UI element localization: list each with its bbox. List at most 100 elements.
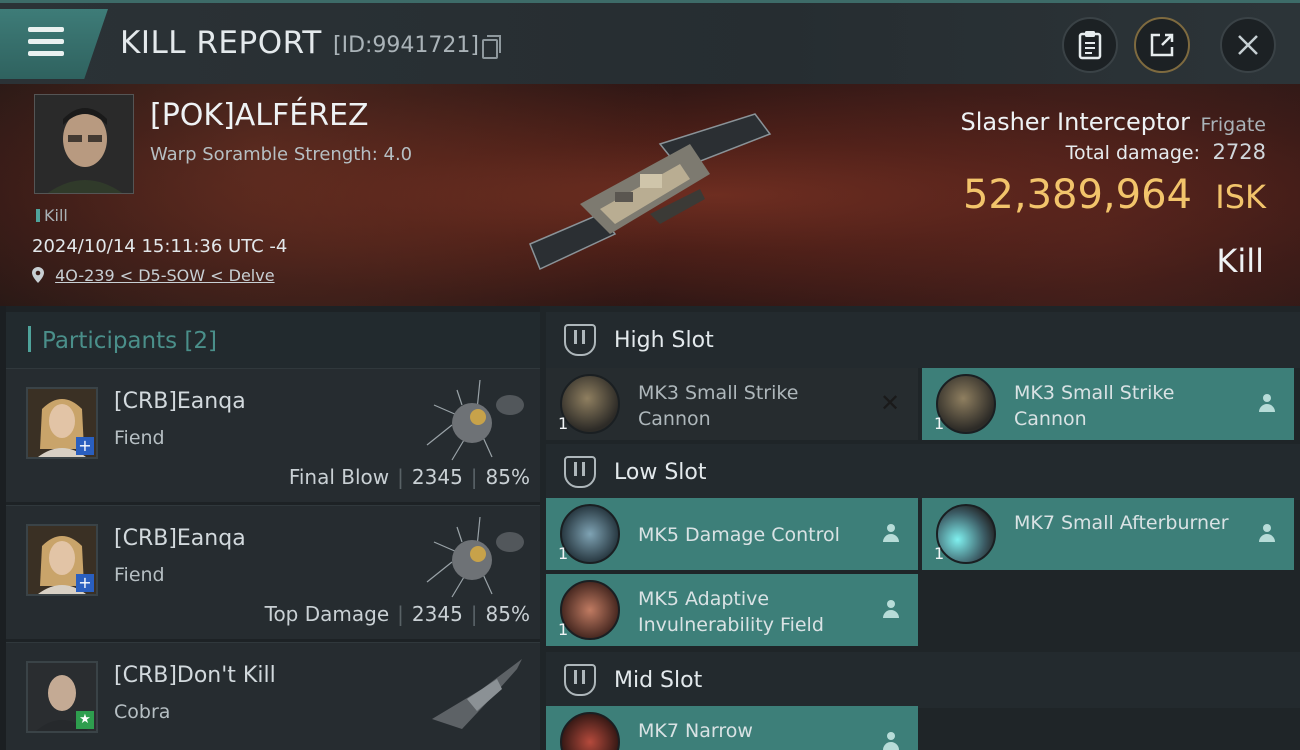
clipboard-icon bbox=[1078, 31, 1102, 60]
kill-datetime: 2024/10/14 15:11:36 UTC -4 bbox=[32, 236, 288, 257]
participants-header-marker bbox=[28, 326, 31, 352]
close-button[interactable] bbox=[1220, 17, 1276, 73]
module-name: MK5 Damage Control bbox=[638, 524, 840, 546]
victim-ship-name[interactable]: Slasher Interceptor bbox=[960, 108, 1190, 136]
clipboard-button[interactable] bbox=[1062, 17, 1118, 73]
damage-control-icon bbox=[560, 504, 620, 564]
participant-role: Top Damage bbox=[264, 602, 390, 626]
module-qty: 1 bbox=[558, 620, 569, 639]
stat-separator: | bbox=[470, 602, 478, 626]
dropped-person-icon bbox=[880, 598, 902, 620]
title-bar: KILL REPORT [ID:9941721] bbox=[0, 0, 1300, 84]
participant-name[interactable]: [CRB]Don't Kill bbox=[114, 663, 276, 688]
total-damage-label: Total damage: bbox=[1065, 142, 1200, 164]
participant-row[interactable]: ★ [CRB]Don't Kill Cobra bbox=[6, 642, 540, 750]
module-item[interactable]: 1 MK3 Small Strike Cannon ✕ bbox=[546, 368, 918, 440]
dropped-person-icon bbox=[1256, 522, 1278, 544]
close-icon bbox=[1238, 35, 1258, 55]
module-name: MK3 Small Strike Cannon bbox=[638, 382, 799, 430]
menu-icon-bar bbox=[28, 39, 64, 44]
badge-icon: + bbox=[76, 437, 94, 455]
victim-banner: [POK]ALFÉREZ Warp Soramble Strength: 4.0… bbox=[0, 84, 1300, 306]
participant-stats: Top Damage | 2345 | 85% bbox=[265, 602, 530, 626]
participants-panel: Participants [2] + [CRB]Eanqa Fiend Fina… bbox=[6, 306, 540, 750]
menu-icon bbox=[28, 27, 64, 32]
menu-button[interactable] bbox=[0, 9, 108, 79]
participants-label: Participants bbox=[42, 328, 178, 354]
high-slot-header: High Slot bbox=[546, 312, 1300, 368]
participant-avatar: ★ bbox=[26, 661, 98, 733]
share-icon bbox=[1150, 33, 1174, 57]
low-slot-header: Low Slot bbox=[546, 444, 1300, 500]
shield-icon bbox=[560, 580, 620, 640]
person-glyph bbox=[1256, 522, 1278, 544]
module-item[interactable]: 1 MK5 Damage Control bbox=[546, 498, 918, 570]
participant-ship-image bbox=[432, 659, 522, 729]
module-item[interactable]: MK7 Narrow bbox=[546, 706, 918, 750]
dropped-person-icon bbox=[880, 522, 902, 544]
kill-tag: Kill bbox=[36, 206, 68, 225]
module-name: MK7 Small Afterburner bbox=[1014, 512, 1229, 534]
warp-scramble-strength: Warp Soramble Strength: 4.0 bbox=[150, 144, 413, 165]
participant-damage: 2345 bbox=[411, 602, 463, 626]
victim-avatar-image bbox=[35, 95, 133, 193]
page-title: KILL REPORT bbox=[120, 25, 322, 61]
participant-ship: Fiend bbox=[114, 564, 165, 586]
destroyed-x-icon: ✕ bbox=[880, 389, 901, 417]
module-qty: 1 bbox=[558, 414, 569, 433]
share-button[interactable] bbox=[1134, 17, 1190, 73]
module-item[interactable]: 1 MK7 Small Afterburner bbox=[922, 498, 1294, 570]
isk-value: 52,389,964 bbox=[962, 172, 1192, 218]
high-slot-label: High Slot bbox=[614, 328, 714, 353]
participant-avatar: + bbox=[26, 387, 98, 459]
participant-row[interactable]: + [CRB]Eanqa Fiend Top Damage | 2345 | 85% bbox=[6, 505, 540, 639]
participant-ship: Fiend bbox=[114, 427, 165, 449]
mid-slot-header: Mid Slot bbox=[546, 652, 1300, 708]
slot-icon bbox=[564, 664, 596, 696]
participant-stats: Final Blow | 2345 | 85% bbox=[289, 465, 530, 489]
report-id: [ID:9941721] bbox=[333, 33, 479, 58]
person-glyph bbox=[880, 730, 902, 750]
module-name: MK3 Small Strike Cannon bbox=[1014, 382, 1175, 430]
total-damage-value: 2728 bbox=[1212, 140, 1266, 164]
participant-ship-image bbox=[426, 516, 524, 598]
module-icon bbox=[560, 712, 620, 750]
module-name: MK7 Narrow bbox=[638, 720, 753, 742]
person-glyph bbox=[880, 522, 902, 544]
cannon-icon bbox=[936, 374, 996, 434]
victim-name[interactable]: [POK]ALFÉREZ bbox=[150, 98, 369, 133]
person-glyph bbox=[880, 598, 902, 620]
victim-ship-image bbox=[529, 113, 772, 271]
person-glyph bbox=[1256, 392, 1278, 414]
cannon-icon bbox=[560, 374, 620, 434]
kill-type: Kill bbox=[1216, 242, 1264, 280]
slot-icon bbox=[564, 324, 596, 356]
stat-separator: | bbox=[397, 465, 404, 489]
copy-icon[interactable] bbox=[482, 35, 501, 59]
participants-count: [2] bbox=[184, 328, 218, 354]
module-qty: 1 bbox=[934, 414, 945, 433]
participant-name[interactable]: [CRB]Eanqa bbox=[114, 389, 246, 414]
module-qty: 1 bbox=[934, 544, 945, 563]
participant-name[interactable]: [CRB]Eanqa bbox=[114, 526, 246, 551]
participant-row[interactable]: + [CRB]Eanqa Fiend Final Blow | 2345 | 85% bbox=[6, 368, 540, 502]
mid-slot-label: Mid Slot bbox=[614, 668, 703, 693]
participant-role: Final Blow bbox=[288, 465, 390, 489]
participants-header: Participants [2] bbox=[6, 312, 540, 368]
stat-separator: | bbox=[397, 602, 404, 626]
slot-icon bbox=[564, 456, 596, 488]
isk-unit: ISK bbox=[1215, 178, 1266, 216]
module-name: MK5 Adaptive Invulnerability Field bbox=[638, 588, 824, 636]
victim-ship-class: Frigate bbox=[1200, 114, 1266, 136]
dropped-person-icon bbox=[1256, 392, 1278, 414]
module-item[interactable]: 1 MK3 Small Strike Cannon bbox=[922, 368, 1294, 440]
module-item[interactable]: 1 MK5 Adaptive Invulnerability Field bbox=[546, 574, 918, 646]
victim-portrait bbox=[34, 94, 134, 194]
kill-location[interactable]: 4O-239 < D5-SOW < Delve bbox=[32, 266, 275, 285]
badge-icon: ★ bbox=[76, 711, 94, 729]
fitting-panel: High Slot 1 MK3 Small Strike Cannon ✕ 1 … bbox=[540, 306, 1300, 750]
location-text: 4O-239 < D5-SOW < Delve bbox=[55, 266, 275, 285]
participant-ship: Cobra bbox=[114, 701, 171, 723]
participant-damage: 2345 bbox=[411, 465, 463, 489]
afterburner-icon bbox=[936, 504, 996, 564]
